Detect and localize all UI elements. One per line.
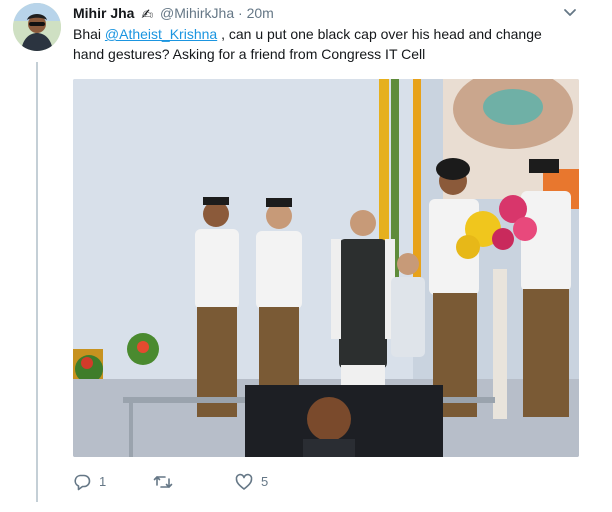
tweet-photo[interactable] bbox=[73, 79, 579, 457]
retweet-icon bbox=[153, 476, 173, 488]
like-count: 5 bbox=[261, 474, 269, 489]
avatar-image bbox=[13, 3, 61, 51]
writing-hand-icon: ✍ bbox=[141, 6, 154, 22]
retweet-button[interactable] bbox=[153, 472, 181, 492]
chevron-down-icon bbox=[564, 9, 576, 16]
tweet-text-start: Bhai bbox=[73, 26, 105, 42]
author-name[interactable]: Mihir Jha bbox=[73, 5, 134, 21]
like-button[interactable]: 5 bbox=[235, 472, 268, 492]
separator-dot: · bbox=[238, 5, 243, 21]
event-photo bbox=[73, 79, 579, 457]
reply-count: 1 bbox=[99, 474, 107, 489]
heart-icon bbox=[235, 473, 253, 490]
author-handle[interactable]: @MihirkJha bbox=[160, 5, 234, 21]
tweet-header: Mihir Jha ✍ @MihirkJha · 20m bbox=[73, 3, 274, 23]
reply-icon bbox=[74, 474, 91, 491]
tweet-timestamp[interactable]: 20m bbox=[247, 5, 274, 21]
thread-connector-line bbox=[36, 62, 38, 502]
reply-button[interactable]: 1 bbox=[73, 472, 106, 492]
mention-link[interactable]: @Atheist_Krishna bbox=[105, 26, 217, 42]
avatar[interactable] bbox=[13, 3, 61, 51]
more-options-button[interactable] bbox=[562, 4, 578, 20]
tweet-text: Bhai @Atheist_Krishna , can u put one bl… bbox=[73, 24, 573, 64]
